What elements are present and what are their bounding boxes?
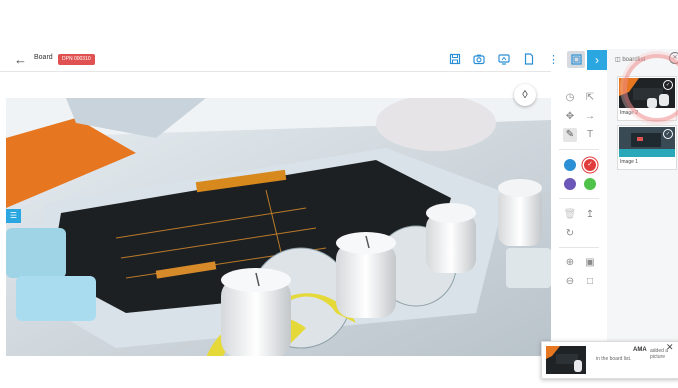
zoom-fit-icon[interactable]: ▣ <box>583 256 597 270</box>
zoom-in-icon[interactable]: ⊕ <box>563 256 577 270</box>
color-blue-swatch[interactable] <box>564 159 576 171</box>
top-toolbar: ← Board DPN 000310 ⋮ › <box>0 49 678 72</box>
board-list-item-caption: Image 1 <box>620 159 639 165</box>
arrow-icon[interactable]: → <box>583 110 597 124</box>
arrow-left-icon[interactable]: ← <box>14 52 27 68</box>
pen-icon[interactable]: ✎ <box>563 128 577 142</box>
device-illustration <box>6 98 551 356</box>
selected-check-icon: ✓ <box>663 129 673 139</box>
drawing-tool-panel: ◷ ⇱ ✥ → ✎ T ✓ 🗑 ↥ ↻ ⊕ ▣ ⊖ □ <box>551 71 608 356</box>
binoculars-icon[interactable]: ◊ <box>514 84 536 106</box>
save-icon[interactable] <box>448 53 462 67</box>
toast-user: AMA <box>633 347 647 353</box>
color-purple-swatch[interactable] <box>564 178 576 190</box>
zoom-out-icon[interactable]: ⊖ <box>563 275 577 289</box>
trash-icon[interactable]: 🗑 <box>563 208 577 222</box>
divider <box>559 247 599 248</box>
fullscreen-icon[interactable] <box>567 51 585 68</box>
file-icon[interactable] <box>522 53 536 67</box>
close-icon[interactable]: ✕ <box>666 343 674 352</box>
history-icon[interactable]: ◷ <box>563 91 577 105</box>
toast-message: added a picture <box>650 348 669 360</box>
camera-icon[interactable] <box>472 53 486 67</box>
next-icon[interactable]: › <box>587 50 607 70</box>
toast-thumbnail <box>546 346 586 374</box>
board-list-item[interactable]: ✓ Image 1 <box>617 125 677 170</box>
board-canvas-image[interactable] <box>6 98 551 356</box>
upload-icon[interactable]: ↥ <box>583 208 597 222</box>
move-icon[interactable]: ✥ <box>563 110 577 124</box>
color-green-swatch[interactable] <box>584 178 596 190</box>
color-red-swatch[interactable]: ✓ <box>584 159 596 171</box>
toast-message-line2: in the board list. <box>596 356 632 362</box>
zoom-reset-icon[interactable]: □ <box>583 275 597 289</box>
select-icon[interactable]: ⇱ <box>583 91 597 105</box>
rotate-icon[interactable]: ↻ <box>563 227 577 241</box>
board-title: Board <box>34 54 53 61</box>
screen-share-icon[interactable] <box>497 53 511 67</box>
status-badge: DPN 000310 <box>58 54 95 65</box>
divider <box>559 198 599 199</box>
menu-icon[interactable]: ☰ <box>6 209 21 223</box>
more-icon[interactable]: ⋮ <box>548 53 559 67</box>
divider <box>559 149 599 150</box>
notification-toast[interactable]: AMA added a picture in the board list. ✕ <box>541 341 678 379</box>
text-icon[interactable]: T <box>583 128 597 142</box>
